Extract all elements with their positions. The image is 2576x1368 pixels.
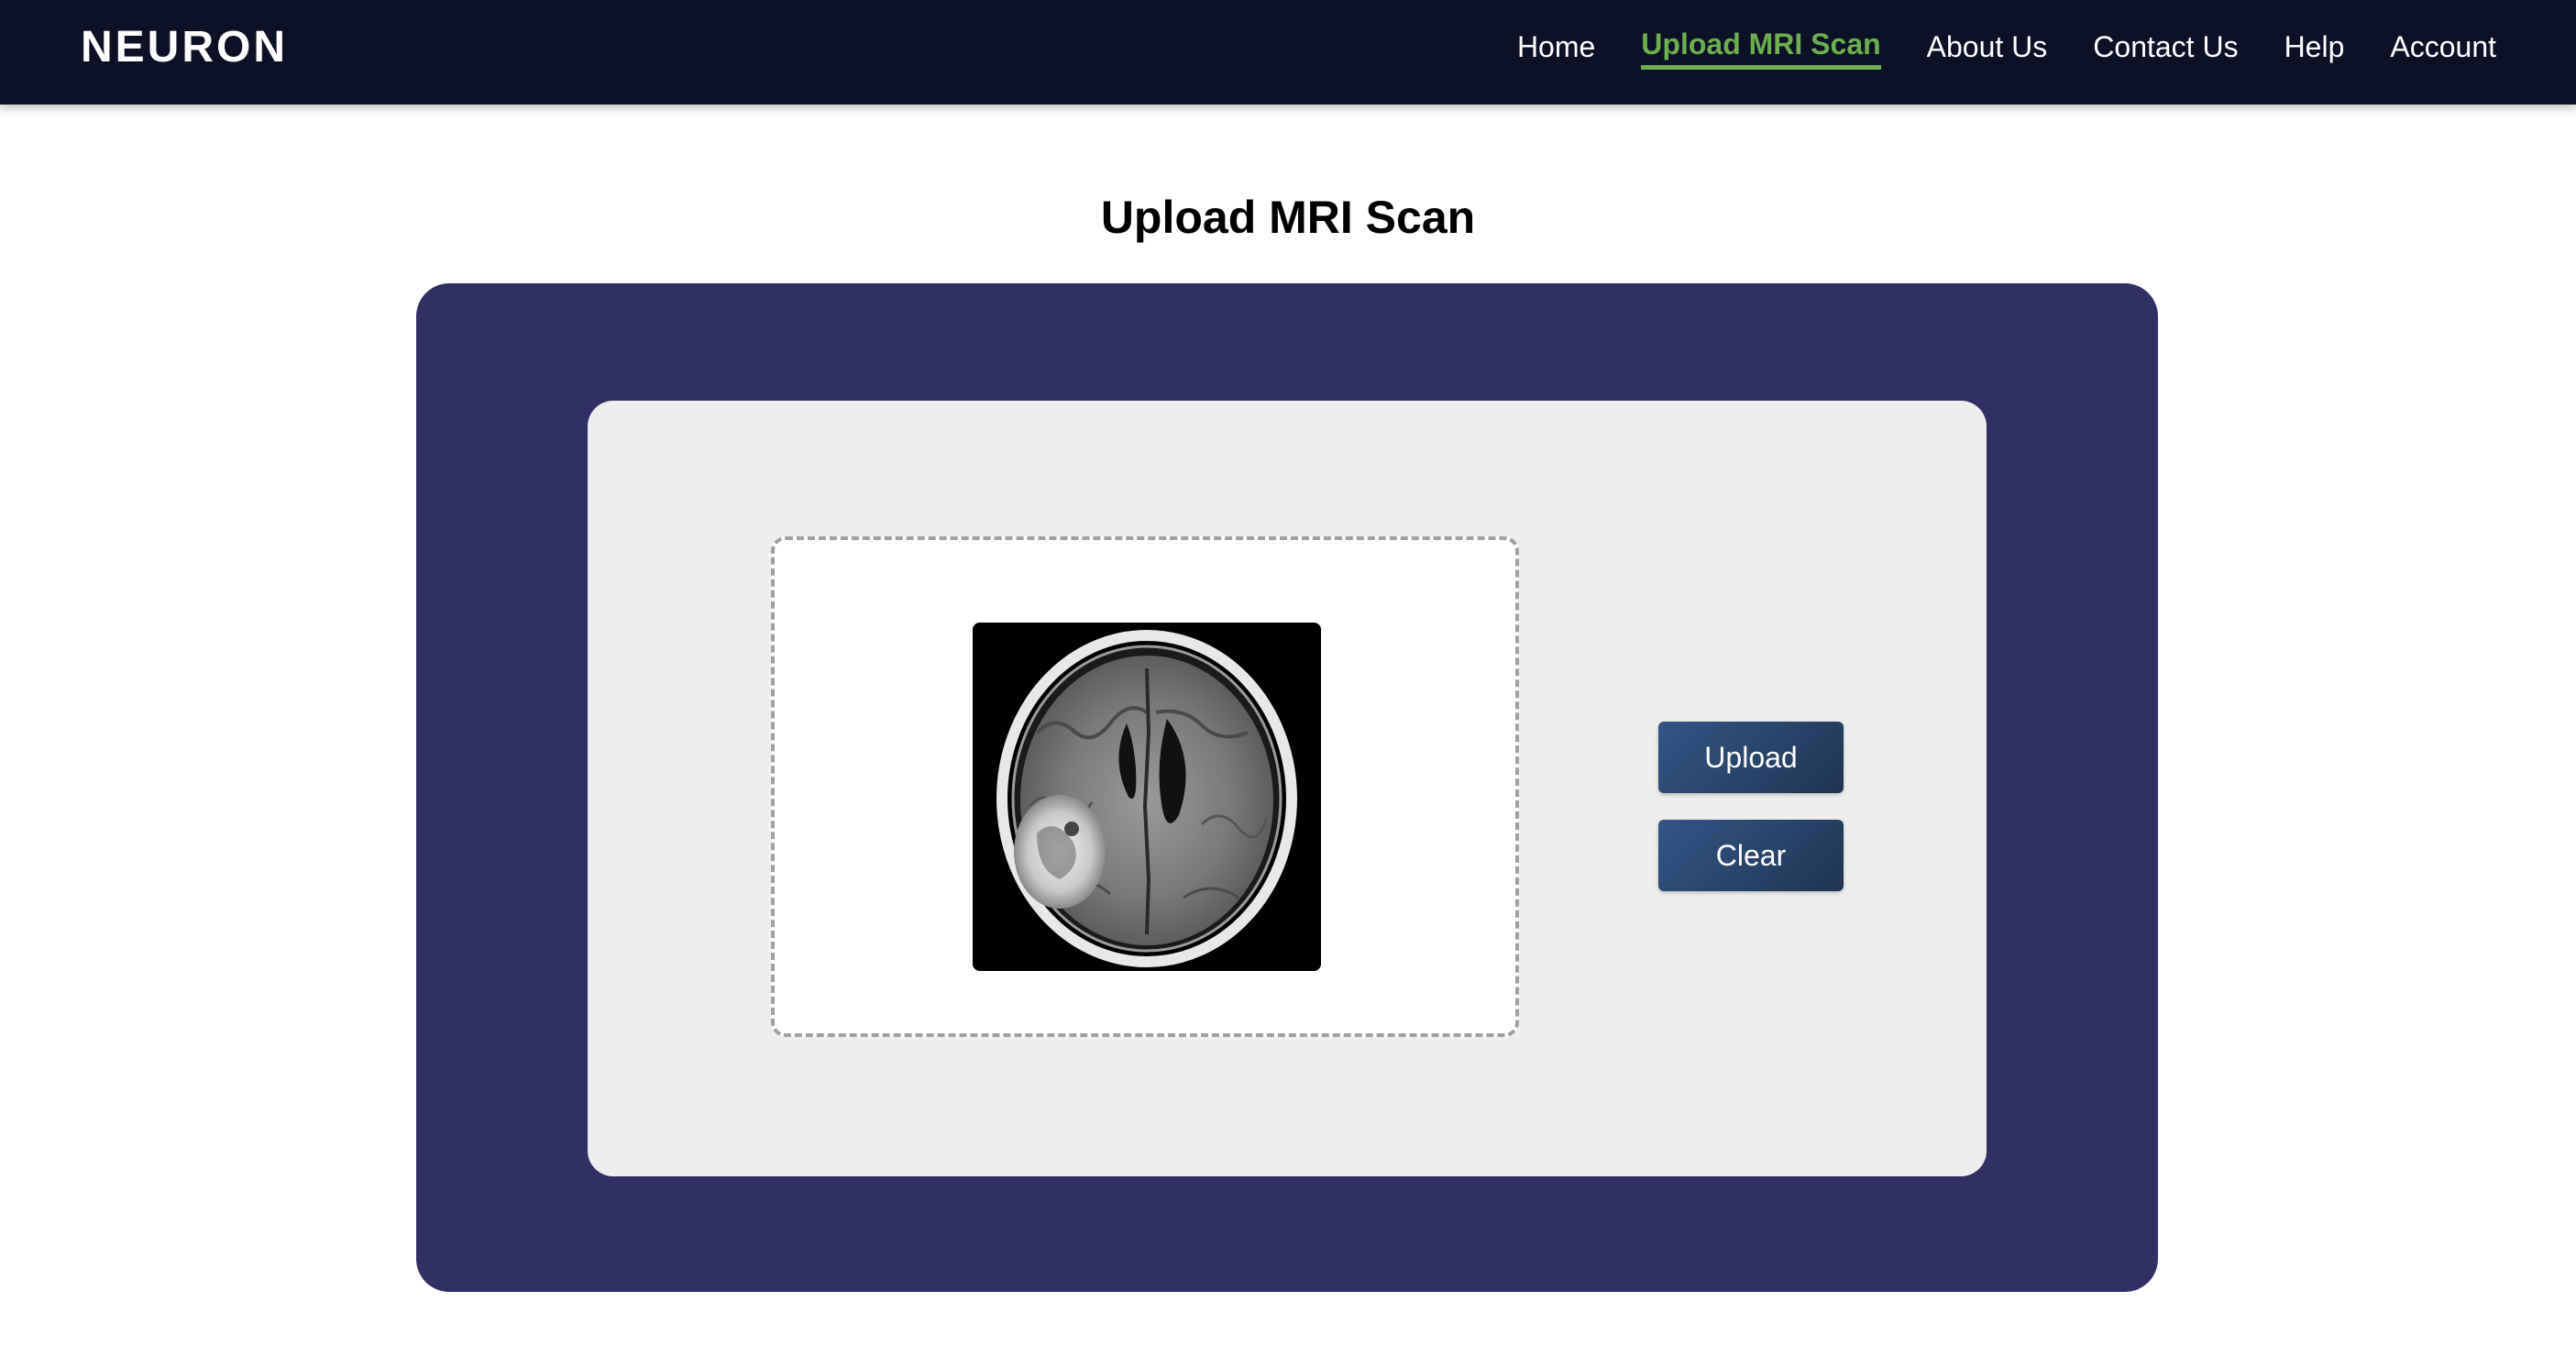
nav-help-link[interactable]: Help [2284,30,2345,68]
nav-contact-link[interactable]: Contact Us [2093,30,2238,68]
brain-mri-icon [973,623,1321,971]
nav-links: Home Upload MRI Scan About Us Contact Us… [1517,28,2496,70]
nav-account-link[interactable]: Account [2390,30,2496,68]
nav-home-link[interactable]: Home [1517,30,1595,68]
nav-about-link[interactable]: About Us [1927,30,2048,68]
upload-card: Upload Clear [588,401,1987,1176]
top-navbar: NEURON Home Upload MRI Scan About Us Con… [0,0,2576,105]
mri-preview-image [973,623,1321,971]
page-title: Upload MRI Scan [1100,192,1476,243]
upload-section: Upload Clear [416,283,2158,1292]
upload-button[interactable]: Upload [1658,722,1844,793]
brand-logo[interactable]: NEURON [81,22,288,72]
nav-upload-mri-link[interactable]: Upload MRI Scan [1641,28,1881,70]
image-dropzone[interactable] [771,536,1519,1037]
clear-button[interactable]: Clear [1658,820,1844,891]
